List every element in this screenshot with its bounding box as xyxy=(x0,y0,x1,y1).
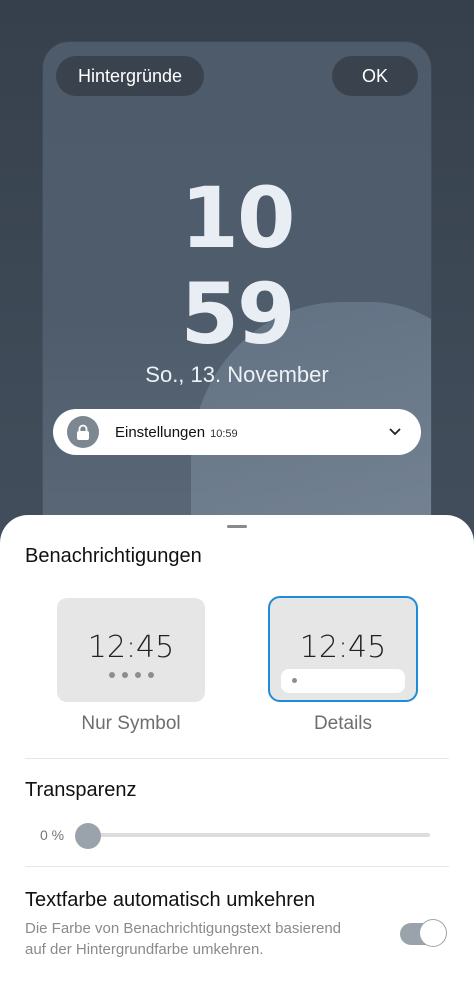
ok-button[interactable]: OK xyxy=(332,56,418,96)
invert-text-toggle[interactable] xyxy=(400,920,446,946)
sheet-handle[interactable] xyxy=(227,525,247,528)
option-details-card xyxy=(281,669,405,693)
notifications-sheet: Benachrichtigungen 12:45 Nur Symbol 12:4… xyxy=(0,515,474,998)
option-icon-only-time: 12:45 xyxy=(87,630,175,665)
transparency-slider-track[interactable] xyxy=(85,833,430,837)
transparency-value: 0 % xyxy=(40,827,65,843)
option-icon-only-label[interactable]: Nur Symbol xyxy=(57,713,205,735)
wallpapers-button[interactable]: Hintergründe xyxy=(56,56,204,96)
clock-minute: 59 xyxy=(180,265,296,363)
invert-text-description: Die Farbe von Benachrichtigungstext basi… xyxy=(25,920,342,958)
option-icon-only[interactable]: 12:45 xyxy=(57,598,205,702)
option-details[interactable]: 12:45 xyxy=(268,596,418,702)
divider xyxy=(25,866,449,867)
lock-icon xyxy=(67,416,99,448)
divider xyxy=(25,758,449,759)
sheet-title: Benachrichtigungen xyxy=(25,545,202,567)
notification-title: Einstellungen xyxy=(115,423,206,441)
clock-hour: 10 xyxy=(180,169,296,267)
option-details-time: 12:45 xyxy=(299,630,387,665)
notification-card[interactable]: Einstellungen 10:59 xyxy=(53,409,421,455)
notification-time: 10:59 xyxy=(210,427,238,440)
transparency-slider-thumb[interactable] xyxy=(75,823,101,849)
toggle-knob xyxy=(420,920,446,946)
transparency-title: Transparenz xyxy=(25,779,137,801)
invert-text-title: Textfarbe automatisch umkehren xyxy=(25,889,316,911)
option-icon-only-dots xyxy=(57,672,205,678)
chevron-down-icon[interactable] xyxy=(389,423,401,441)
option-details-label[interactable]: Details xyxy=(268,713,418,735)
lockscreen-date: So., 13. November xyxy=(145,362,329,387)
